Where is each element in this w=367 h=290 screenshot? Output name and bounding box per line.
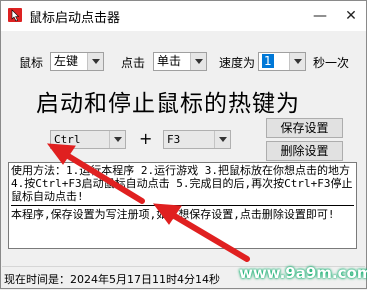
chevron-down-icon[interactable] xyxy=(87,53,103,70)
instructions-textarea[interactable]: 使用方法：1.运行本程序 2.运行游戏 3.把鼠标放在你想点击的地方 4.按Ct… xyxy=(8,162,357,249)
delete-settings-button[interactable]: 删除设置 xyxy=(266,141,343,161)
mouse-label: 鼠标 xyxy=(19,56,44,70)
hotkey-key-select[interactable]: F3 xyxy=(163,130,231,149)
watermark: www.9a9m.com xyxy=(239,264,367,282)
chevron-down-icon[interactable] xyxy=(190,53,206,70)
click-label: 点击 xyxy=(121,56,146,70)
minimize-button[interactable]: — xyxy=(305,1,335,31)
window-title: 鼠标启动点击器 xyxy=(29,11,121,26)
save-settings-button[interactable]: 保存设置 xyxy=(266,118,343,138)
chevron-down-icon[interactable] xyxy=(109,131,125,148)
title-bar[interactable]: 鼠标启动点击器 — ✕ xyxy=(1,1,366,31)
hotkey-modifier-select[interactable]: Ctrl xyxy=(50,130,126,149)
mouse-app-icon xyxy=(8,8,22,22)
close-button[interactable]: ✕ xyxy=(336,1,366,31)
speed-value: 1 xyxy=(262,54,274,68)
chevron-down-icon[interactable] xyxy=(214,131,230,148)
speed-select[interactable]: 1 xyxy=(258,52,306,71)
app-window: 鼠标启动点击器 — ✕ 鼠标 左键 点击 单击 速度为 1 秒一次 启动和停止鼠… xyxy=(0,0,367,289)
mouse-button-value: 左键 xyxy=(54,54,79,68)
click-mode-value: 单击 xyxy=(157,54,182,68)
unit-label: 秒一次 xyxy=(313,56,350,70)
usage-instructions: 使用方法：1.运行本程序 2.运行游戏 3.把鼠标放在你想点击的地方 4.按Ct… xyxy=(11,164,357,203)
mouse-button-select[interactable]: 左键 xyxy=(50,52,104,71)
settings-note: 本程序,保存设置为写注册项,如不想保存设置,点击删除设置即可! xyxy=(11,205,354,221)
current-time-status: 现在时间是：2024年5月17日11时4分14秒 xyxy=(4,273,220,286)
close-icon: ✕ xyxy=(345,8,357,24)
plus-sign: + xyxy=(139,129,153,148)
minimize-icon: — xyxy=(313,8,327,24)
client-area: 鼠标 左键 点击 单击 速度为 1 秒一次 启动和停止鼠标的热键为 Ctrl +… xyxy=(2,32,365,288)
hotkey-modifier-value: Ctrl xyxy=(54,133,81,146)
hotkey-key-value: F3 xyxy=(167,133,181,146)
hotkey-headline: 启动和停止鼠标的热键为 xyxy=(36,91,300,117)
chevron-down-icon[interactable] xyxy=(289,53,305,70)
click-mode-select[interactable]: 单击 xyxy=(153,52,207,71)
speed-label: 速度为 xyxy=(219,56,256,70)
